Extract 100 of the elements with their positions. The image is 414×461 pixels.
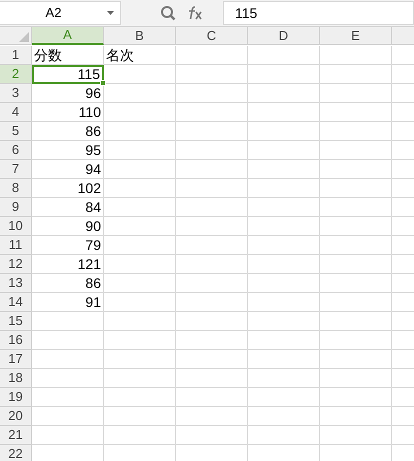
name-box[interactable]: A2 <box>0 1 121 25</box>
table-cell[interactable] <box>248 122 320 141</box>
column-header[interactable]: E <box>320 27 392 45</box>
row-header[interactable]: 18 <box>0 369 32 388</box>
table-cell[interactable] <box>248 46 320 65</box>
table-cell[interactable] <box>176 103 248 122</box>
table-cell[interactable] <box>320 84 392 103</box>
table-cell[interactable] <box>248 179 320 198</box>
table-cell[interactable]: 102 <box>32 179 104 198</box>
table-cell[interactable] <box>320 122 392 141</box>
table-cell[interactable] <box>32 350 104 369</box>
table-cell[interactable]: 86 <box>32 122 104 141</box>
table-cell[interactable]: 84 <box>32 198 104 217</box>
table-cell[interactable] <box>104 426 176 445</box>
table-cell[interactable] <box>248 217 320 236</box>
row-header[interactable]: 8 <box>0 179 32 198</box>
table-cell[interactable]: 96 <box>32 84 104 103</box>
table-cell[interactable] <box>176 426 248 445</box>
table-cell[interactable] <box>104 65 176 84</box>
table-cell[interactable] <box>248 198 320 217</box>
table-cell[interactable] <box>320 179 392 198</box>
table-cell[interactable]: 91 <box>32 293 104 312</box>
table-cell[interactable] <box>320 160 392 179</box>
formula-field[interactable]: 115 <box>223 1 414 25</box>
table-cell[interactable] <box>320 46 392 65</box>
table-cell[interactable] <box>176 388 248 407</box>
table-cell[interactable] <box>104 160 176 179</box>
table-cell[interactable]: 79 <box>32 236 104 255</box>
table-cell[interactable] <box>248 331 320 350</box>
table-cell[interactable] <box>248 255 320 274</box>
table-cell[interactable] <box>104 369 176 388</box>
table-cell[interactable] <box>176 160 248 179</box>
row-header[interactable]: 7 <box>0 160 32 179</box>
table-cell[interactable] <box>320 369 392 388</box>
table-cell[interactable] <box>176 46 248 65</box>
row-header[interactable]: 14 <box>0 293 32 312</box>
table-cell[interactable] <box>320 388 392 407</box>
table-cell[interactable] <box>176 179 248 198</box>
table-cell[interactable] <box>248 236 320 255</box>
table-cell[interactable]: 名次 <box>104 46 176 65</box>
column-header[interactable] <box>392 27 414 45</box>
table-cell[interactable] <box>32 388 104 407</box>
row-header[interactable]: 10 <box>0 217 32 236</box>
table-cell[interactable] <box>320 65 392 84</box>
fill-handle[interactable] <box>100 80 106 86</box>
table-cell[interactable] <box>32 331 104 350</box>
table-cell[interactable] <box>248 407 320 426</box>
table-cell[interactable] <box>248 388 320 407</box>
table-cell[interactable] <box>248 103 320 122</box>
table-cell[interactable] <box>320 407 392 426</box>
table-cell[interactable] <box>248 293 320 312</box>
table-cell[interactable] <box>320 293 392 312</box>
table-cell[interactable] <box>320 350 392 369</box>
table-cell[interactable] <box>176 331 248 350</box>
table-cell[interactable] <box>176 255 248 274</box>
table-cell[interactable] <box>104 312 176 331</box>
table-cell[interactable] <box>248 160 320 179</box>
table-cell[interactable] <box>104 293 176 312</box>
table-cell[interactable] <box>320 236 392 255</box>
table-cell[interactable] <box>32 426 104 445</box>
table-cell[interactable] <box>104 331 176 350</box>
table-cell[interactable] <box>104 407 176 426</box>
table-cell[interactable] <box>176 293 248 312</box>
zoom-icon[interactable] <box>160 5 176 21</box>
table-cell[interactable] <box>176 312 248 331</box>
table-cell[interactable] <box>248 65 320 84</box>
table-cell[interactable] <box>320 274 392 293</box>
column-header[interactable]: D <box>248 27 320 45</box>
table-cell[interactable]: 110 <box>32 103 104 122</box>
table-cell[interactable] <box>248 274 320 293</box>
table-cell[interactable] <box>176 274 248 293</box>
table-cell[interactable] <box>104 122 176 141</box>
row-header[interactable]: 20 <box>0 407 32 426</box>
row-header[interactable]: 3 <box>0 84 32 103</box>
table-cell[interactable] <box>176 65 248 84</box>
row-header[interactable]: 15 <box>0 312 32 331</box>
table-cell[interactable]: 95 <box>32 141 104 160</box>
function-icon[interactable] <box>186 5 204 21</box>
table-cell[interactable] <box>248 350 320 369</box>
table-cell[interactable]: 分数 <box>32 46 104 65</box>
table-cell[interactable] <box>176 122 248 141</box>
column-header[interactable]: C <box>176 27 248 45</box>
row-header[interactable]: 17 <box>0 350 32 369</box>
row-header[interactable]: 22 <box>0 445 32 461</box>
row-header[interactable]: 9 <box>0 198 32 217</box>
row-header[interactable]: 5 <box>0 122 32 141</box>
table-cell[interactable] <box>32 407 104 426</box>
row-header[interactable]: 16 <box>0 331 32 350</box>
table-cell[interactable] <box>248 141 320 160</box>
table-cell[interactable] <box>320 426 392 445</box>
table-cell[interactable] <box>320 312 392 331</box>
table-cell[interactable] <box>176 84 248 103</box>
table-cell[interactable] <box>248 426 320 445</box>
table-cell[interactable]: 121 <box>32 255 104 274</box>
table-cell[interactable] <box>104 217 176 236</box>
table-cell[interactable] <box>320 217 392 236</box>
table-cell[interactable] <box>176 350 248 369</box>
table-cell[interactable] <box>176 217 248 236</box>
table-cell[interactable]: 115 <box>32 65 104 84</box>
row-header[interactable]: 13 <box>0 274 32 293</box>
